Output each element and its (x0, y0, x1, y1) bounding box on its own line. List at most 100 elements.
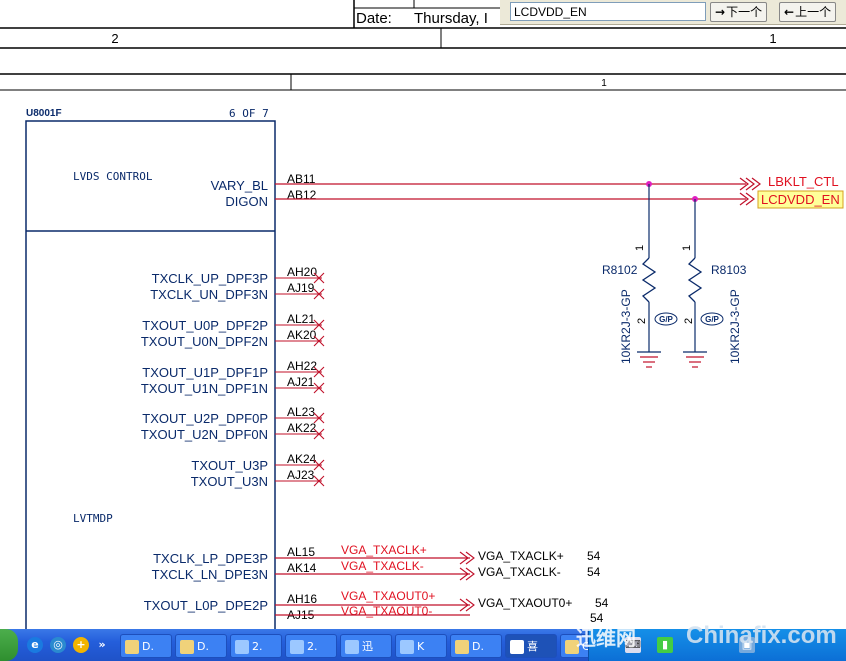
nc-pin-num: AL21 (287, 312, 315, 326)
vga-pin-name: TXOUT_L0P_DPE2P (144, 598, 268, 613)
folder-icon (180, 640, 194, 654)
taskbar-button[interactable]: D. (120, 634, 172, 658)
vga-page-ref: 54 (587, 565, 601, 579)
nc-pin-num: AJ21 (287, 375, 315, 389)
find-prev-button[interactable]: ←上一个 (779, 2, 837, 22)
watermark-logo-cn: 迅维网 (576, 628, 636, 650)
pin-name-vary-bl: VARY_BL (211, 178, 268, 193)
vga-pin-name: TXCLK_LP_DPE3P (153, 551, 268, 566)
vga-pin-rows: TXCLK_LP_DPE3P AL15 VGA_TXACLK+ VGA_TXAC… (144, 543, 609, 625)
start-button[interactable] (0, 629, 18, 661)
r8103-pin1: 1 (681, 245, 693, 251)
taskbar-button[interactable]: K (395, 634, 447, 658)
vga-net-label: VGA_TXAOUT0+ (341, 589, 435, 603)
arrow-right-icon: → (715, 5, 726, 19)
taskbar-button-label: D. (197, 640, 209, 653)
zone-top: 1 (601, 78, 607, 89)
vga-offpage-label: VGA_TXAOUT0+ (478, 596, 572, 610)
taskbar-button[interactable]: 迅 (340, 634, 392, 658)
taskbar-button[interactable]: 2. (285, 634, 337, 658)
vga-page-ref: 54 (587, 549, 601, 563)
vga-pin-num: AK14 (287, 561, 317, 575)
schematic-canvas: Date: Thursday, I 2 1 1 U8001F 6 OF 7 LV… (0, 0, 846, 661)
app-icon (125, 640, 139, 654)
find-prev-label: 上一个 (795, 5, 832, 19)
search-input[interactable] (510, 2, 706, 21)
r8102-pin2: 2 (636, 318, 648, 324)
printer-icon (455, 640, 469, 654)
nc-pin-name: TXOUT_U2P_DPF0P (142, 411, 268, 426)
nc-pin-num: AL23 (287, 405, 315, 419)
taskbar-button[interactable]: 2. (230, 634, 282, 658)
vga-pin-num: AL15 (287, 545, 315, 559)
nc-pin-name: TXOUT_U2N_DPF0N (141, 427, 268, 442)
ie-icon (345, 640, 359, 654)
add-icon[interactable]: + (73, 637, 89, 653)
nc-pin-name: TXOUT_U0N_DPF2N (141, 334, 268, 349)
taskbar-button-label: 喜 (527, 640, 538, 653)
nc-pin-name: TXCLK_UP_DPF3P (152, 271, 268, 286)
taskbar-button[interactable]: D. (450, 634, 502, 658)
battery-icon[interactable]: ▮ (657, 637, 673, 653)
nc-pin-name: TXCLK_UN_DPF3N (150, 287, 268, 302)
control-pins: VARY_BL AB11 DIGON AB12 LBKLT_CTL LCDVDD… (211, 172, 844, 209)
r8103-ref: R8103 (711, 263, 747, 277)
nc-pin-name: TXOUT_U1N_DPF1N (141, 381, 268, 396)
vga-net-label: VGA_TXACLK+ (341, 543, 427, 557)
date-label: Date: (356, 10, 392, 27)
r8103-gp-mark: G/P (705, 315, 719, 324)
nc-pin-num: AK22 (287, 421, 317, 435)
vga-partial-net: VGA_TXAOUT0- (341, 604, 432, 618)
r8103-pin2: 2 (683, 318, 695, 324)
r8102-value: 10KR2J-3-GP (619, 289, 633, 364)
arrow-left-icon: ← (784, 5, 795, 19)
taskbar-button-label: 2. (252, 640, 263, 653)
r8102-ref: R8102 (602, 263, 638, 277)
ie-icon[interactable]: e (27, 637, 43, 653)
watermark-logo-en: Chinafix.com (686, 622, 837, 649)
port-lcdvdd-en: LCDVDD_EN (761, 192, 840, 207)
ie-icon (400, 640, 414, 654)
taskbar-button-active[interactable]: 喜 (505, 634, 557, 658)
nc-pin-num: AJ19 (287, 281, 315, 295)
taskbar-button-label: D. (142, 640, 154, 653)
group-lvds-label: LVDS CONTROL (73, 170, 153, 183)
nc-pin-num: AH22 (287, 359, 317, 373)
r8103-value: 10KR2J-3-GP (728, 289, 742, 364)
date-value: Thursday, I (414, 10, 488, 27)
taskbar-button-label: K (417, 640, 425, 653)
app-icon (510, 640, 524, 654)
zone-left: 2 (111, 31, 118, 46)
taskbar-button[interactable]: D. (175, 634, 227, 658)
overflow-chevron-icon[interactable]: » (97, 637, 107, 653)
vga-page-ref: 54 (595, 596, 609, 610)
r8102-gp-mark: G/P (659, 315, 673, 324)
vga-offpage-arrows (459, 551, 475, 612)
nc-pin-name: TXOUT_U3N (191, 474, 268, 489)
nc-pin-num: AK20 (287, 328, 317, 342)
nc-pin-num: AH20 (287, 265, 317, 279)
vga-pin-num: AH16 (287, 592, 317, 606)
resistor-r8103[interactable]: 1 2 R8103 10KR2J-3-GP G/P (681, 199, 747, 368)
find-next-label: 下一个 (726, 5, 763, 19)
group-lvtmdp-label: LVTMDP (73, 512, 113, 525)
nc-pin-rows: TXCLK_UP_DPF3P AH20 TXCLK_UN_DPF3N AJ19 … (141, 265, 325, 489)
ie-icon (290, 640, 304, 654)
vga-offpage-label: VGA_TXACLK+ (478, 549, 564, 563)
vga-offpage-label: VGA_TXACLK- (478, 565, 561, 579)
media-player-icon[interactable]: ◎ (50, 637, 66, 653)
nc-pin-num: AK24 (287, 452, 317, 466)
vga-net-label: VGA_TXACLK- (341, 559, 424, 573)
nc-pin-name: TXOUT_U3P (191, 458, 268, 473)
ie-icon (235, 640, 249, 654)
r8102-pin1: 1 (634, 245, 646, 251)
pin-num-ab12: AB12 (287, 188, 317, 202)
resistor-r8102[interactable]: 1 2 R8102 10KR2J-3-GP G/P (602, 184, 678, 368)
find-next-button[interactable]: →下一个 (710, 2, 768, 22)
vga-pin-name: TXCLK_LN_DPE3N (152, 567, 268, 582)
part-sheet: 6 OF 7 (229, 107, 269, 120)
pin-name-digon: DIGON (225, 194, 268, 209)
taskbar-button-label: D. (472, 640, 484, 653)
nc-pin-name: TXOUT_U1P_DPF1P (142, 365, 268, 380)
part-ref: U8001F (26, 108, 62, 119)
